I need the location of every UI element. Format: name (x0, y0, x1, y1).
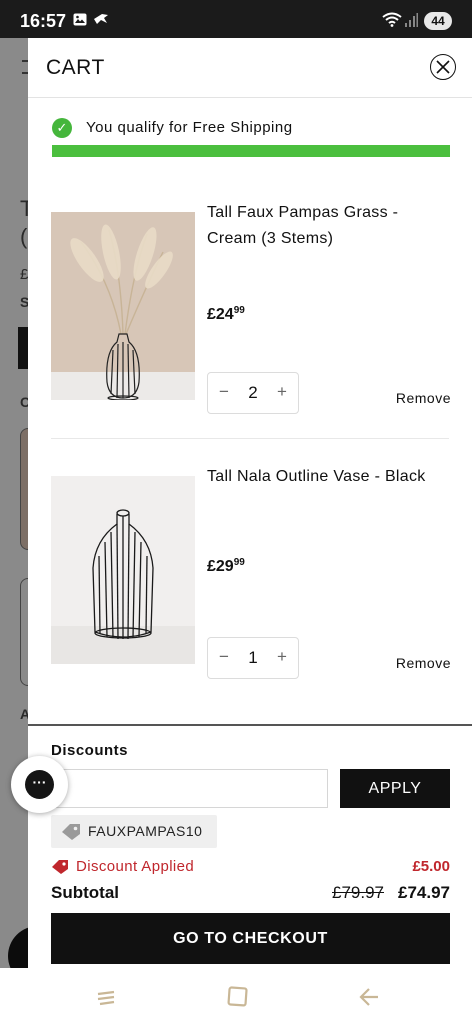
price-pence: 99 (233, 305, 245, 316)
discount-code-text: FAUXPAMPAS10 (88, 823, 203, 839)
item-name[interactable]: Tall Faux Pampas Grass - Cream (3 Stems) (207, 200, 447, 252)
discount-applied-label: Discount Applied (76, 858, 195, 875)
increase-quantity-button[interactable]: + (272, 647, 292, 667)
item-name[interactable]: Tall Nala Outline Vase - Black (207, 464, 447, 490)
cart-title: CART (46, 56, 105, 79)
subtotal-label: Subtotal (51, 883, 119, 902)
price-main: £29 (207, 558, 234, 575)
shipping-progress-fill (52, 145, 450, 157)
subtotal-row: Subtotal £79.97 £74.97 (51, 881, 450, 905)
price-pence: 99 (233, 557, 245, 568)
remove-button[interactable]: Remove (396, 390, 451, 406)
recent-apps-icon[interactable] (95, 986, 119, 1008)
gallery-icon (73, 13, 87, 29)
status-time: 16:57 (20, 11, 67, 31)
discounts-title: Discounts (51, 742, 129, 759)
status-bar: 16:57 44 (0, 0, 472, 38)
cart-footer: Discounts APPLY FAUXPAMPAS10 Discount Ap… (28, 724, 472, 968)
remove-button[interactable]: Remove (396, 655, 451, 671)
free-shipping-message: You qualify for Free Shipping (86, 119, 293, 136)
item-price: £2999 (207, 557, 245, 576)
wifi-icon (382, 12, 402, 30)
price-main: £24 (207, 306, 234, 323)
product-image-pampas[interactable] (51, 212, 195, 400)
cart-drawer: CART ✓ You qualify for Free Shipping Tal… (28, 38, 472, 968)
subtotal-price: £74.97 (398, 883, 450, 902)
check-icon: ✓ (52, 118, 72, 138)
tag-icon (61, 823, 81, 846)
signal-icon (404, 13, 418, 30)
chat-bubble-icon: ··· (25, 770, 54, 799)
discount-code-input[interactable] (51, 769, 328, 808)
home-icon[interactable] (226, 986, 250, 1008)
back-icon[interactable] (357, 986, 381, 1008)
battery-indicator: 44 (424, 12, 452, 30)
quantity-stepper: − 2 + (207, 372, 299, 414)
item-price: £2499 (207, 305, 245, 324)
subtotal-original-price: £79.97 (332, 883, 384, 902)
shipping-progress-bar (52, 145, 450, 157)
discount-code-chip[interactable]: FAUXPAMPAS10 (51, 815, 217, 848)
discount-tag-icon (51, 859, 69, 880)
chat-widget-button[interactable]: ··· (11, 756, 68, 813)
cart-header: CART (28, 38, 472, 98)
bg-text-fragment: ( (20, 224, 28, 249)
close-button[interactable] (430, 54, 456, 80)
cart-item: Tall Nala Outline Vase - Black £2999 − 1… (51, 464, 451, 684)
discount-amount: £5.00 (412, 858, 450, 875)
notification-bird-icon (93, 13, 109, 28)
item-divider (51, 438, 449, 439)
system-nav-bar (0, 968, 472, 1024)
cart-item: Tall Faux Pampas Grass - Cream (3 Stems)… (51, 200, 451, 414)
apply-discount-button[interactable]: APPLY (340, 769, 450, 808)
product-image-vase[interactable] (51, 476, 195, 664)
quantity-stepper: − 1 + (207, 637, 299, 679)
close-icon (436, 60, 450, 74)
checkout-button[interactable]: GO TO CHECKOUT (51, 913, 450, 964)
increase-quantity-button[interactable]: + (272, 382, 292, 402)
discount-applied-row: Discount Applied £5.00 (51, 857, 450, 877)
